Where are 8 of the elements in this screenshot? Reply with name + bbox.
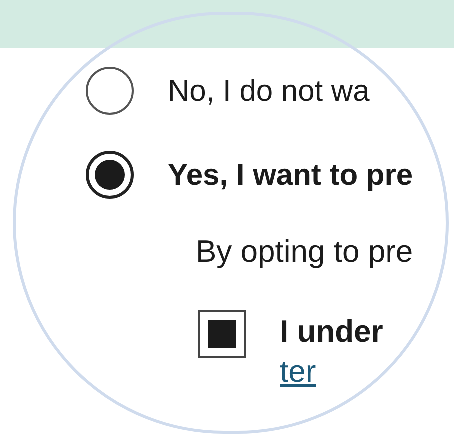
- checkbox[interactable]: [198, 310, 246, 358]
- option-label: No, I do not wa: [168, 74, 370, 110]
- terms-link[interactable]: ter: [280, 354, 316, 390]
- agreement-label: I under: [280, 312, 384, 350]
- radio-button[interactable]: [86, 67, 134, 115]
- option-label: Yes, I want to pre: [168, 158, 414, 194]
- note-text: By opting to pre: [196, 233, 414, 271]
- radio-button[interactable]: [86, 151, 134, 199]
